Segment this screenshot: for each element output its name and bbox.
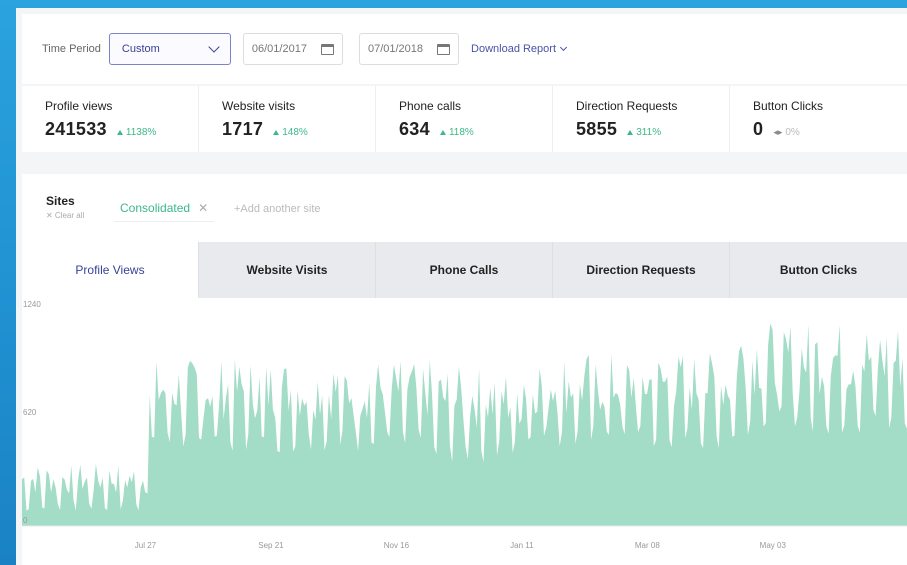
sites-title: Sites xyxy=(46,194,75,208)
download-report-label: Download Report xyxy=(471,43,557,55)
profile-views-chart: 1240 620 0 Jul 27 Sep 21 Nov 16 Jan 11 Mar 08 Ma… xyxy=(22,298,907,565)
metric-value: 5855 xyxy=(576,119,618,139)
arrow-up-icon xyxy=(273,130,280,135)
clear-all-link[interactable]: ✕ Clear all xyxy=(46,211,84,220)
sites-chart-card: Sites ✕ Clear all Consolidated ✕ +Add an… xyxy=(22,174,907,565)
close-icon[interactable]: ✕ xyxy=(198,201,208,215)
metric-change: 118% xyxy=(439,127,474,138)
metrics-summary: Profile views 241533 1138% Website visit… xyxy=(22,86,907,152)
metric-direction-requests: Direction Requests 5855 311% xyxy=(553,86,730,152)
x-tick-label: Mar 08 xyxy=(634,541,660,550)
tab-website-visits[interactable]: Website Visits xyxy=(199,242,376,298)
metric-change: 311% xyxy=(627,127,661,138)
arrow-up-icon xyxy=(627,130,634,135)
tab-direction-requests[interactable]: Direction Requests xyxy=(553,242,730,298)
x-tick-label: Jan 11 xyxy=(510,541,534,550)
end-date-value: 07/01/2018 xyxy=(367,43,424,55)
metric-change: 148% xyxy=(273,127,308,138)
metric-label: Phone calls xyxy=(399,99,462,113)
tab-button-clicks[interactable]: Button Clicks xyxy=(730,242,907,298)
x-tick-label: Sep 21 xyxy=(258,541,284,550)
metric-label: Website visits xyxy=(222,99,296,113)
filter-toolbar: Time Period Custom 06/01/2017 07/01/2018… xyxy=(22,14,907,84)
metric-value: 1717 xyxy=(222,119,264,139)
chevron-down-icon xyxy=(208,41,220,53)
dashboard-panel: Time Period Custom 06/01/2017 07/01/2018… xyxy=(16,8,907,565)
x-tick-label: Nov 16 xyxy=(383,541,410,550)
metric-profile-views: Profile views 241533 1138% xyxy=(22,86,199,152)
time-period-label: Time Period xyxy=(42,43,101,55)
time-period-select[interactable]: Custom xyxy=(108,33,231,65)
calendar-icon[interactable] xyxy=(437,43,451,55)
end-date-field[interactable]: 07/01/2018 xyxy=(358,33,460,65)
metric-label: Direction Requests xyxy=(576,99,678,113)
start-date-value: 06/01/2017 xyxy=(251,43,307,55)
tab-profile-views[interactable]: Profile Views xyxy=(22,242,199,298)
metric-value: 634 xyxy=(399,119,430,139)
chevron-down-icon xyxy=(559,43,568,52)
y-tick-label: 1240 xyxy=(23,300,41,309)
metric-label: Profile views xyxy=(45,99,113,113)
metric-tabs: Profile Views Website Visits Phone Calls… xyxy=(22,242,907,298)
site-chip-consolidated[interactable]: Consolidated ✕ xyxy=(114,194,215,222)
metric-phone-calls: Phone calls 634 118% xyxy=(376,86,553,152)
tab-phone-calls[interactable]: Phone Calls xyxy=(376,242,553,298)
x-tick-label: Jul 27 xyxy=(134,541,157,550)
profile-views-area xyxy=(22,323,907,526)
neutral-arrows-icon: ◂▸ xyxy=(773,127,783,137)
sites-section: Sites ✕ Clear all xyxy=(46,194,84,220)
arrow-up-icon xyxy=(116,130,123,135)
x-tick-label: May 03 xyxy=(759,541,786,550)
metric-button-clicks: Button Clicks 0 ◂▸ 0% xyxy=(730,86,907,152)
y-tick-label: 0 xyxy=(23,516,28,525)
metric-website-visits: Website visits 1717 148% xyxy=(199,86,376,152)
download-report-link[interactable]: Download Report xyxy=(471,43,568,55)
metric-value: 0 xyxy=(753,119,764,139)
metric-value: 241533 xyxy=(45,119,107,139)
time-period-value: Custom xyxy=(121,43,160,55)
metric-label: Button Clicks xyxy=(753,99,824,113)
metric-change: ◂▸ 0% xyxy=(773,127,800,138)
arrow-up-icon xyxy=(439,130,446,135)
calendar-icon[interactable] xyxy=(320,43,334,55)
add-site-input[interactable]: +Add another site xyxy=(234,203,321,215)
site-chip-label: Consolidated xyxy=(120,200,191,215)
metric-change: 1138% xyxy=(116,127,156,138)
chart-svg xyxy=(22,323,907,527)
start-date-field[interactable]: 06/01/2017 xyxy=(242,33,343,65)
y-tick-label: 620 xyxy=(23,408,37,417)
